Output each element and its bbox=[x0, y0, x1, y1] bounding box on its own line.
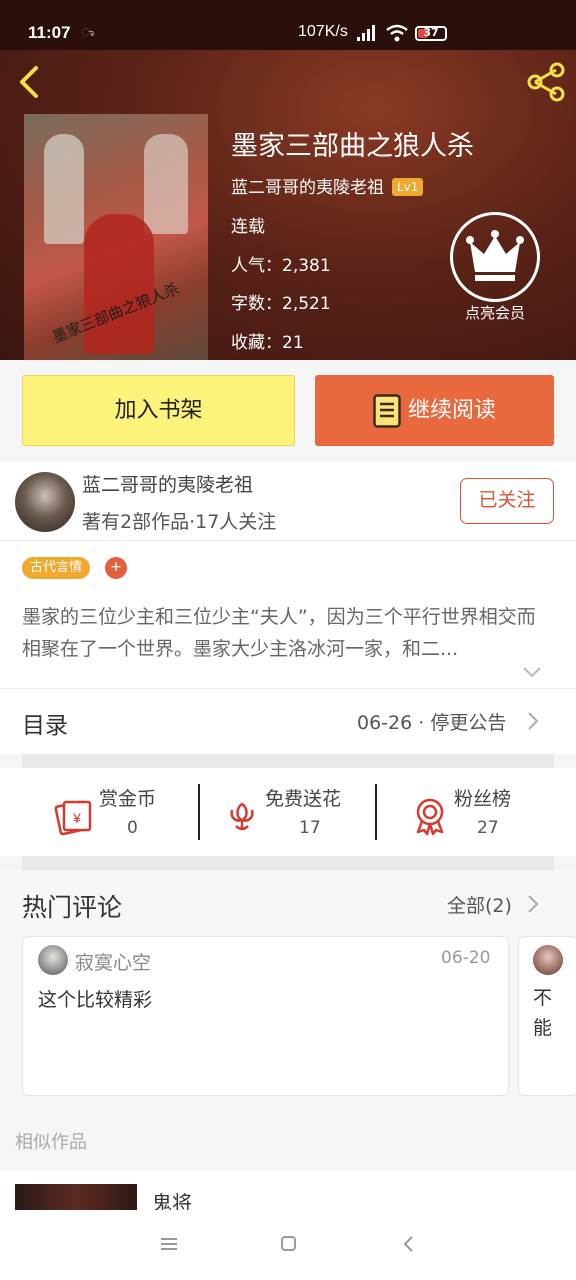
send-flower-button[interactable]: 免费送花 17 bbox=[222, 778, 362, 848]
share-icon bbox=[527, 62, 565, 102]
back-arrow-icon bbox=[20, 66, 38, 98]
book-title: 墨家三部曲之狼人杀 bbox=[231, 131, 474, 162]
genre-tag[interactable]: 古代言情 bbox=[22, 557, 91, 579]
back-nav-icon[interactable] bbox=[402, 1236, 416, 1252]
commenter-name[interactable]: 寂寞心空 bbox=[75, 948, 151, 975]
chevron-down-icon[interactable] bbox=[522, 666, 542, 678]
cover-figure bbox=[44, 134, 84, 244]
level-badge: Lv1 bbox=[392, 178, 424, 196]
book-cover[interactable]: 墨家三部曲之狼人杀 bbox=[24, 114, 208, 360]
continue-reading-button[interactable]: 继续阅读 bbox=[315, 375, 554, 446]
similar-work-item[interactable]: 鬼将 bbox=[0, 1170, 576, 1210]
tip-coins-label: 赏金币 bbox=[99, 788, 157, 810]
book-author-row[interactable]: 蓝二哥哥的夷陵老祖 Lv1 bbox=[231, 173, 424, 198]
latest-update: 06-26 · 停更公告 bbox=[357, 712, 507, 734]
commenter-avatar[interactable] bbox=[38, 945, 68, 975]
stat-divider bbox=[375, 784, 377, 840]
commenter-avatar[interactable] bbox=[533, 945, 563, 975]
book-favorites: 收藏：21 bbox=[231, 333, 304, 353]
add-tag-button[interactable]: + bbox=[105, 557, 127, 579]
similar-works-label: 相似作品 bbox=[15, 1132, 87, 1153]
medal-icon bbox=[416, 798, 444, 836]
comments-title: 热门评论 bbox=[22, 893, 123, 922]
tip-coins-count: 0 bbox=[127, 818, 138, 838]
vip-button[interactable] bbox=[450, 212, 540, 302]
status-bar: 11:07 ಾ 107K/s 37 bbox=[0, 0, 576, 50]
tip-coins-button[interactable]: ¥ 赏金币 0 bbox=[52, 778, 192, 848]
share-button[interactable] bbox=[525, 62, 567, 102]
book-intro: 古代言情 + 墨家的三位少主和三位少主“夫人”，因为三个平行世界相交而相聚在了一… bbox=[0, 540, 576, 688]
flower-icon bbox=[230, 802, 254, 831]
add-to-shelf-button[interactable]: 加入书架 bbox=[22, 375, 295, 446]
network-speed: 107K/s bbox=[298, 23, 348, 40]
comment-card[interactable]: 不能 bbox=[518, 936, 576, 1096]
signal-icon bbox=[357, 25, 375, 41]
stat-divider bbox=[198, 784, 200, 840]
home-icon[interactable] bbox=[280, 1236, 298, 1252]
hot-comments-section: 热门评论 全部(2) 寂寞心空 06-20 这个比较精彩 不能 bbox=[0, 870, 576, 1125]
section-divider bbox=[22, 856, 554, 870]
book-header: 墨家三部曲之狼人杀 墨家三部曲之狼人杀 蓝二哥哥的夷陵老祖 Lv1 连载 人气：2… bbox=[0, 0, 576, 360]
author-avatar[interactable] bbox=[15, 472, 75, 532]
chevron-right-icon bbox=[528, 712, 539, 730]
fan-ranking-label: 粉丝榜 bbox=[454, 788, 512, 810]
book-status: 连载 bbox=[231, 217, 265, 237]
svg-text:¥: ¥ bbox=[72, 810, 81, 826]
table-of-contents-row[interactable]: 目录 06-26 · 停更公告 bbox=[0, 688, 576, 754]
support-bar: ¥ 赏金币 0 免费送花 17 粉丝榜 27 bbox=[0, 768, 576, 856]
send-flower-count: 17 bbox=[299, 818, 321, 838]
battery-icon: 37 bbox=[415, 26, 447, 41]
notification-icon: ಾ bbox=[82, 26, 95, 39]
toc-title: 目录 bbox=[22, 713, 68, 739]
back-button[interactable] bbox=[14, 62, 44, 102]
cover-figure bbox=[144, 134, 188, 234]
author-meta: 著有2部作品·17人关注 bbox=[82, 511, 277, 533]
battery-level: 37 bbox=[423, 26, 439, 39]
send-flower-label: 免费送花 bbox=[265, 788, 342, 810]
similar-work-cover[interactable] bbox=[15, 1184, 137, 1210]
intro-text[interactable]: 墨家的三位少主和三位少主“夫人”，因为三个平行世界相交而相聚在了一个世界。墨家大… bbox=[22, 601, 552, 665]
book-author[interactable]: 蓝二哥哥的夷陵老祖 bbox=[231, 178, 384, 198]
crown-icon bbox=[466, 230, 524, 281]
fan-ranking-count: 27 bbox=[477, 818, 499, 838]
system-nav-bar bbox=[0, 1210, 576, 1280]
section-divider bbox=[22, 754, 554, 768]
comment-text: 这个比较精彩 bbox=[38, 989, 153, 1011]
author-name[interactable]: 蓝二哥哥的夷陵老祖 bbox=[82, 470, 253, 497]
author-card[interactable]: 蓝二哥哥的夷陵老祖 著有2部作品·17人关注 已关注 bbox=[0, 462, 576, 540]
wifi-icon bbox=[386, 24, 408, 42]
chevron-right-icon[interactable] bbox=[527, 894, 539, 914]
comment-date: 06-20 bbox=[441, 948, 491, 968]
status-time: 11:07 bbox=[28, 23, 71, 42]
book-word-count: 字数：2,521 bbox=[231, 294, 331, 314]
fan-ranking-button[interactable]: 粉丝榜 27 bbox=[410, 778, 550, 848]
cover-figure bbox=[84, 214, 154, 354]
book-icon bbox=[373, 394, 401, 428]
comment-text: 不能 bbox=[533, 987, 553, 1039]
book-popularity: 人气：2,381 bbox=[231, 256, 331, 276]
continue-reading-label: 继续阅读 bbox=[408, 398, 497, 423]
menu-icon[interactable] bbox=[160, 1236, 178, 1252]
follow-button[interactable]: 已关注 bbox=[460, 478, 554, 524]
similar-work-title[interactable]: 鬼将 bbox=[152, 1187, 192, 1210]
red-envelope-icon: ¥ bbox=[54, 800, 92, 836]
vip-label[interactable]: 点亮会员 bbox=[452, 302, 538, 323]
all-comments-link[interactable]: 全部(2) bbox=[447, 891, 512, 918]
comment-card[interactable]: 寂寞心空 06-20 这个比较精彩 bbox=[22, 936, 509, 1096]
